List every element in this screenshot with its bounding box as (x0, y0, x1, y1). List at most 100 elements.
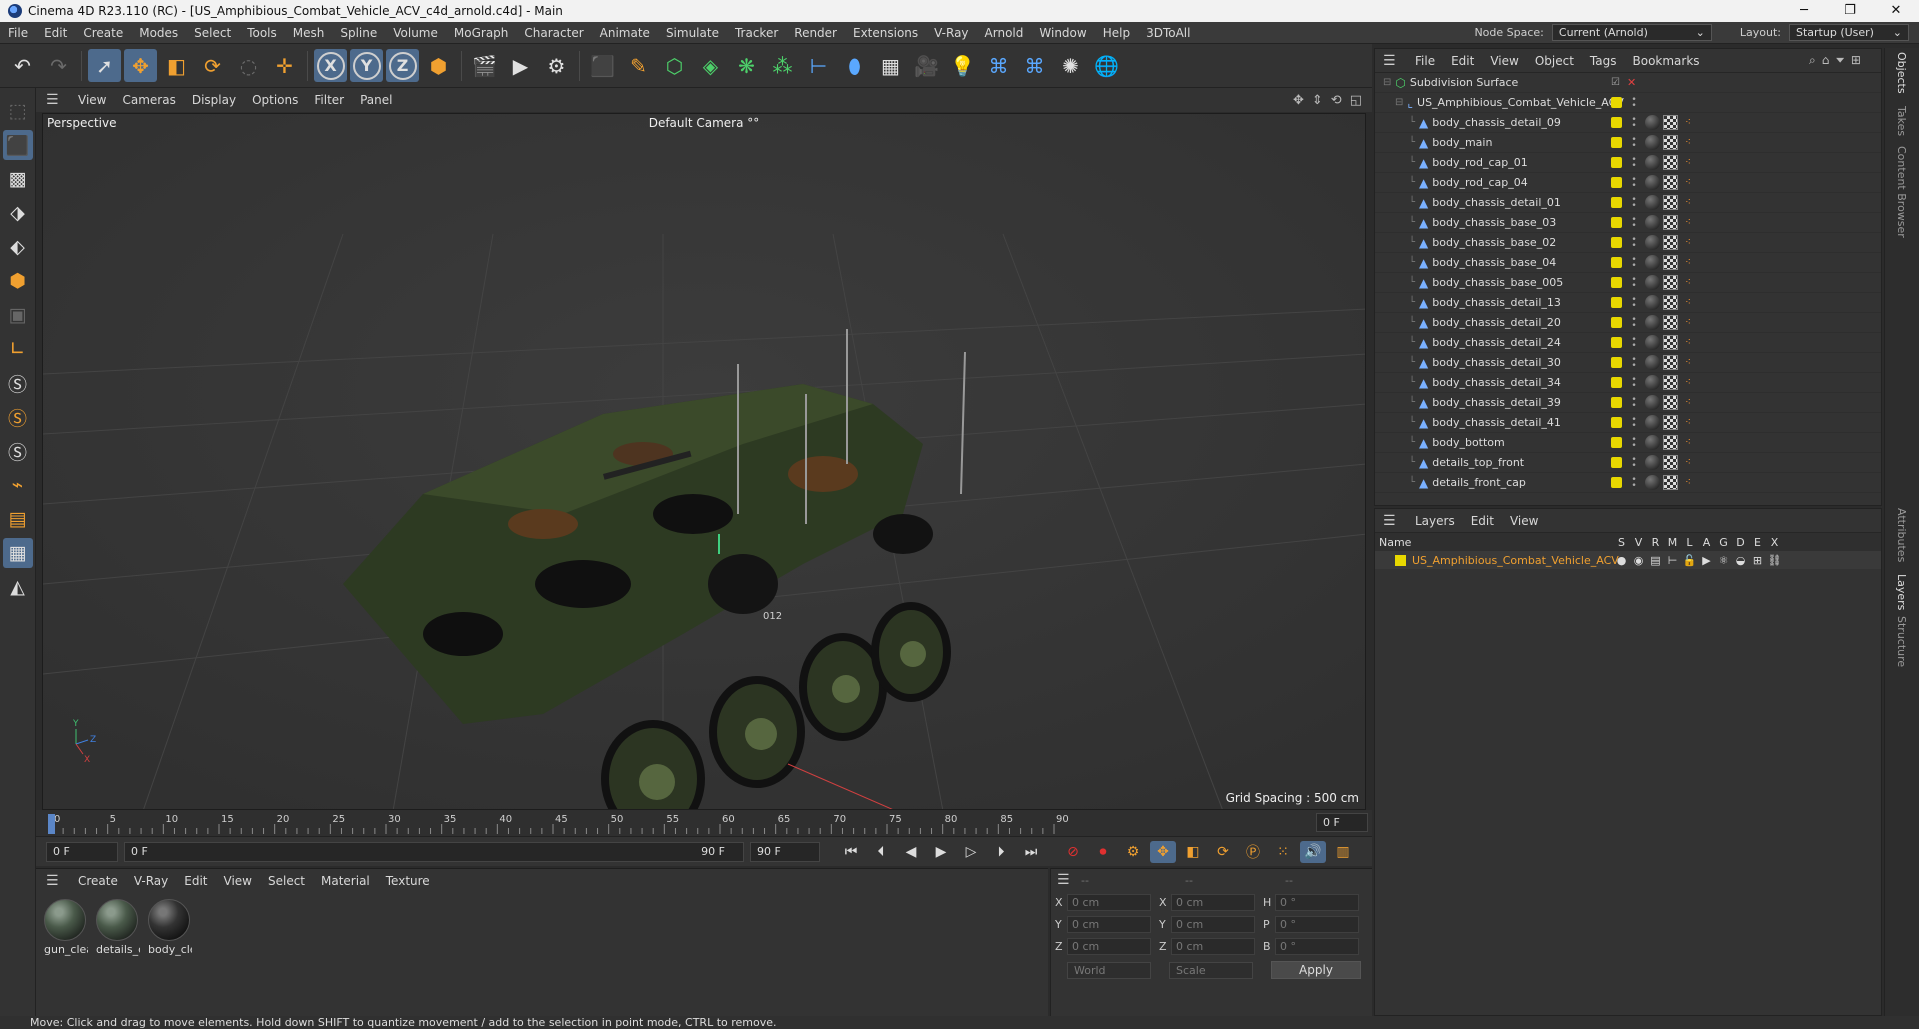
key-point-level-icon[interactable]: ⁙ (1270, 841, 1296, 863)
viewport-menu-view[interactable]: View (70, 93, 114, 107)
menu-edit[interactable]: Edit (36, 26, 75, 40)
object-row[interactable]: └ ▲ body_rod_cap_04 • • ⁖ (1375, 173, 1881, 193)
object-row[interactable]: └ ▲ body_chassis_detail_09 • • ⁖ (1375, 113, 1881, 133)
texture-tag-icon[interactable] (1661, 314, 1679, 332)
material-tag-icon[interactable] (1643, 474, 1661, 492)
layer-color-swatch[interactable] (1611, 337, 1622, 348)
menu-mesh[interactable]: Mesh (285, 26, 333, 40)
material-tag-icon[interactable] (1643, 314, 1661, 332)
texture-tag-icon[interactable] (1661, 134, 1679, 152)
object-row[interactable]: └ ▲ body_chassis_detail_34 • • ⁖ (1375, 373, 1881, 393)
scale-tool-icon[interactable]: ◧ (160, 49, 193, 82)
floor-object-icon[interactable]: ▦ (874, 49, 907, 82)
texture-tag-icon[interactable] (1661, 334, 1679, 352)
locked-workplane-icon[interactable]: ◭ (3, 572, 33, 602)
tab-structure[interactable]: Structure (1895, 616, 1908, 667)
object-row[interactable]: └ ▲ body_bottom • • ⁖ (1375, 433, 1881, 453)
menu-spline[interactable]: Spline (332, 26, 385, 40)
layers-menu-edit[interactable]: Edit (1463, 514, 1502, 528)
y-axis-lock-button[interactable]: Y (350, 49, 383, 82)
coordinate-space-dropdown[interactable]: World (1067, 961, 1151, 979)
end-frame-field[interactable]: 90 F (750, 841, 820, 862)
eye-icon[interactable]: ◉ (1630, 554, 1647, 567)
menu-3dtoall[interactable]: 3DToAll (1138, 26, 1198, 40)
visibility-dots-icon[interactable]: • • (1627, 295, 1641, 310)
layer-check-icon[interactable]: ☑ (1611, 77, 1620, 88)
objects-menu-tags[interactable]: Tags (1582, 54, 1625, 68)
texture-tag-icon[interactable] (1661, 114, 1679, 132)
visibility-dots-icon[interactable]: • • (1627, 175, 1641, 190)
layer-color-swatch[interactable] (1611, 457, 1622, 468)
size-mode-dropdown[interactable]: Scale (1169, 961, 1253, 979)
render-clapper-icon[interactable]: ▤ (1647, 554, 1664, 567)
viewport-camera-indicator[interactable]: Default Camera °° (43, 116, 1365, 130)
dolly-view-icon[interactable]: ⇕ (1312, 93, 1323, 108)
key-scale-icon[interactable]: ◧ (1180, 841, 1206, 863)
pen-spline-icon[interactable]: ✎ (622, 49, 655, 82)
tab-attributes[interactable]: Attributes (1895, 508, 1908, 562)
apply-button[interactable]: Apply (1271, 961, 1361, 979)
object-row[interactable]: └ ▲ body_chassis_detail_30 • • ⁖ (1375, 353, 1881, 373)
node-space-dropdown[interactable]: Current (Arnold) ⌄ (1551, 24, 1712, 41)
visibility-dots-icon[interactable]: • • (1627, 315, 1641, 330)
phong-tag-icon[interactable]: ⁖ (1679, 434, 1697, 452)
mograph-cloner-icon[interactable]: ⁂ (766, 49, 799, 82)
menu-character[interactable]: Character (516, 26, 591, 40)
deformer-bend-icon[interactable]: ⊢ (802, 49, 835, 82)
objects-menu-edit[interactable]: Edit (1443, 54, 1482, 68)
tab-takes[interactable]: Takes (1895, 106, 1908, 136)
manager-tree-icon[interactable]: ⊢ (1664, 554, 1681, 567)
texture-tag-icon[interactable] (1661, 374, 1679, 392)
layer-color-swatch[interactable] (1611, 377, 1622, 388)
object-row[interactable]: └ ▲ body_chassis_detail_01 • • ⁖ (1375, 193, 1881, 213)
uv-mode-icon[interactable]: ▣ (3, 300, 33, 330)
visibility-dots-icon[interactable]: • • (1627, 395, 1641, 410)
viewport-menu-cameras[interactable]: Cameras (114, 93, 183, 107)
size-z-field[interactable]: 0 cm (1171, 937, 1255, 955)
rotation-b-field[interactable]: 0 ° (1275, 937, 1359, 955)
xref-icon[interactable]: ⛓ (1766, 554, 1783, 567)
texture-tag-icon[interactable] (1661, 414, 1679, 432)
start-frame-field[interactable]: 0 F (46, 841, 118, 862)
arnold-settings-icon[interactable]: ✺ (1054, 49, 1087, 82)
texture-tag-icon[interactable] (1661, 394, 1679, 412)
go-to-start-icon[interactable]: ⏮ (838, 841, 864, 863)
visibility-dots-icon[interactable]: • • (1627, 195, 1641, 210)
material-tag-icon[interactable] (1643, 334, 1661, 352)
phong-tag-icon[interactable]: ⁖ (1679, 374, 1697, 392)
go-to-end-icon[interactable]: ⏭ (1018, 841, 1044, 863)
generator-icon[interactable]: ⚛ (1715, 554, 1732, 567)
material-tag-icon[interactable] (1643, 274, 1661, 292)
previous-key-icon[interactable]: ⏴ (868, 841, 894, 863)
object-row[interactable]: └ ▲ details_top_front • • ⁖ (1375, 453, 1881, 473)
visibility-dots-icon[interactable]: • • (1627, 155, 1641, 170)
material-swatch[interactable]: body_cle (148, 899, 192, 956)
axis-mode-icon[interactable]: ∟ (3, 334, 33, 364)
object-row[interactable]: └ ▲ body_chassis_detail_39 • • ⁖ (1375, 393, 1881, 413)
object-row-vehicle-group[interactable]: ⊟ ⌞ US_Amphibious_Combat_Vehicle_ACV • • (1375, 93, 1881, 113)
layer-color-swatch[interactable] (1611, 197, 1622, 208)
record-keys-icon[interactable]: ⊘ (1060, 841, 1086, 863)
snap-settings-icon[interactable]: Ⓢ (3, 402, 33, 432)
object-row[interactable]: └ ▲ body_chassis_base_005 • • ⁖ (1375, 273, 1881, 293)
material-tag-icon[interactable] (1643, 194, 1661, 212)
texture-mode-icon[interactable]: ▩ (3, 164, 33, 194)
globe-sky-icon[interactable]: 🌐 (1090, 49, 1123, 82)
recent-tool-icon[interactable]: ◌ (232, 49, 265, 82)
rotation-p-field[interactable]: 0 ° (1275, 915, 1359, 933)
menu-tracker[interactable]: Tracker (727, 26, 786, 40)
visibility-dots-icon[interactable]: • • (1627, 355, 1641, 370)
material-tag-icon[interactable] (1643, 134, 1661, 152)
maximize-view-icon[interactable]: ◱ (1350, 93, 1362, 108)
texture-tag-icon[interactable] (1661, 154, 1679, 172)
material-menu-create[interactable]: Create (70, 874, 126, 888)
layer-color-swatch[interactable] (1611, 157, 1622, 168)
phong-tag-icon[interactable]: ⁖ (1679, 134, 1697, 152)
timeline-ruler[interactable]: 0 5 10 15 20 25 30 35 40 45 50 55 60 65 70 75 80 85 90 0 F (36, 810, 1372, 836)
sound-icon[interactable]: 🔊 (1300, 840, 1326, 863)
object-row[interactable]: └ ▲ body_chassis_base_03 • • ⁖ (1375, 213, 1881, 233)
light-object-icon[interactable]: 💡 (946, 49, 979, 82)
material-tag-icon[interactable] (1643, 154, 1661, 172)
phong-tag-icon[interactable]: ⁖ (1679, 474, 1697, 492)
phong-tag-icon[interactable]: ⁖ (1679, 354, 1697, 372)
